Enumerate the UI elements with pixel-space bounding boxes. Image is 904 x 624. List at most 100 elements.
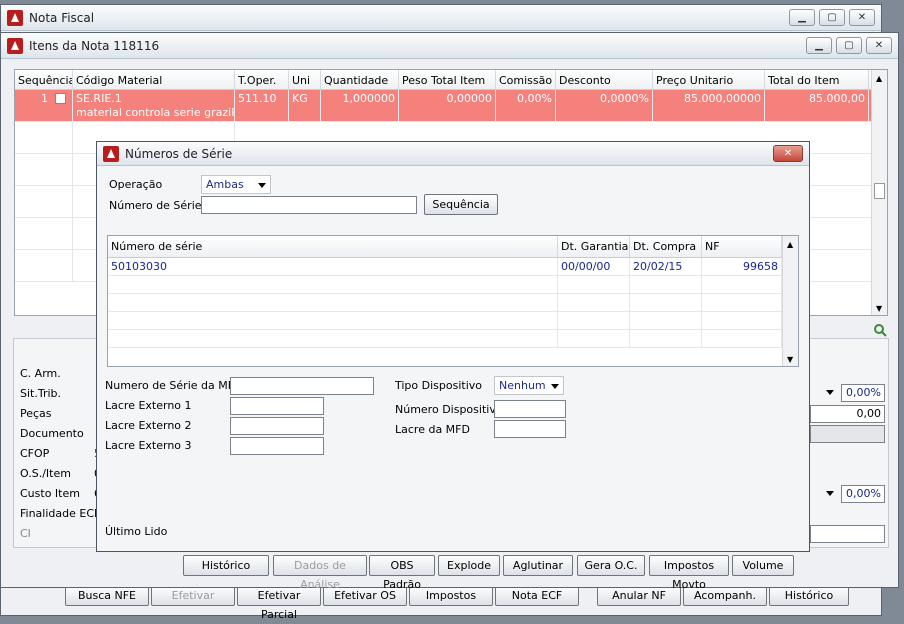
close-icon[interactable]: ✕	[866, 37, 892, 54]
numero-dispositivo-label: Número Dispositivo	[395, 403, 503, 416]
compra-value: 20/02/15	[630, 258, 702, 275]
ultimo-lido-label: Último Lido	[105, 525, 168, 538]
label-cfop: CFOP	[20, 447, 50, 460]
impostos-button[interactable]: Impostos	[409, 585, 493, 606]
items-window-title: Itens da Nota 118116	[29, 38, 160, 53]
maximize-icon[interactable]: ▢	[819, 9, 845, 26]
dialog-titlebar[interactable]: Números de Série ✕	[97, 142, 809, 166]
lacre-mfd-input[interactable]	[494, 420, 566, 438]
nf-value: 99658	[702, 258, 782, 275]
readonly-field	[810, 425, 885, 443]
impostos-movto-button[interactable]: Impostos Movto	[649, 555, 729, 591]
label-finalidade-ecf: Finalidade ECF	[20, 507, 101, 520]
checkbox[interactable]	[55, 93, 66, 104]
table-row	[108, 276, 798, 294]
tipo-dispositivo-select[interactable]: Nenhum	[494, 376, 564, 395]
dialog-title: Números de Série	[125, 146, 233, 161]
mfd-label: Numero de Série da MFD	[105, 379, 243, 392]
outer-window-title: Nota Fiscal	[29, 10, 95, 25]
operacao-select[interactable]: Ambas	[201, 175, 271, 194]
scroll-up-icon[interactable]: ▲	[876, 74, 882, 83]
col-sequencia[interactable]: Sequência	[15, 70, 73, 89]
label-documento: Documento	[20, 427, 84, 440]
nota-ecf-button[interactable]: Nota ECF	[495, 585, 579, 606]
app-icon	[7, 9, 23, 26]
col-quantidade[interactable]: Quantidade	[321, 70, 399, 89]
chevron-down-icon	[551, 384, 559, 389]
col-dt-garantia[interactable]: Dt. Garantia	[558, 236, 630, 257]
gera-oc-button[interactable]: Gera O.C.	[577, 555, 645, 576]
col-codigo[interactable]: Código Material	[73, 70, 235, 89]
obs-padrao-button[interactable]: OBS Padrão	[369, 555, 435, 591]
table-row	[108, 312, 798, 330]
col-numero-serie[interactable]: Número de série	[108, 236, 558, 257]
explode-button[interactable]: Explode	[438, 555, 500, 576]
items-scrollbar[interactable]: ▲ ▼	[871, 70, 887, 315]
minimize-icon[interactable]: ▁	[789, 9, 815, 26]
label-sit-trib: Sit.Trib.	[20, 387, 62, 400]
efetivar-button[interactable]: Efetivar	[151, 585, 235, 606]
busca-nfe-button[interactable]: Busca NFE	[65, 585, 149, 606]
items-grid-header: Sequência Código Material T.Oper. Uni Qu…	[15, 70, 887, 90]
table-row[interactable]: 50103030 00/00/00 20/02/15 99658	[108, 258, 798, 276]
zoom-icon[interactable]	[873, 323, 887, 337]
col-preco[interactable]: Preço Unitario	[653, 70, 765, 89]
table-row	[108, 294, 798, 312]
ci-field[interactable]	[810, 525, 885, 543]
row-desconto: 0,0000%	[556, 90, 653, 121]
historico-bottom-button[interactable]: Histórico	[769, 585, 849, 606]
chevron-down-icon[interactable]	[826, 491, 834, 496]
serial-value: 50103030	[108, 258, 558, 275]
row-seq: 1	[15, 90, 73, 121]
row-preco: 85.000,00000	[653, 90, 765, 121]
lacre3-input[interactable]	[230, 437, 324, 455]
col-nf[interactable]: NF	[702, 236, 782, 257]
row-toper: 511.10	[235, 90, 289, 121]
scroll-down-icon[interactable]: ▼	[787, 355, 793, 364]
numero-serie-input[interactable]	[201, 196, 417, 214]
serial-dialog: Números de Série ✕ Operação Ambas Número…	[96, 141, 810, 552]
anular-nf-button[interactable]: Anular NF	[597, 585, 681, 606]
table-row[interactable]: 1 SE.RIE.1 material controla serie grazi…	[15, 90, 887, 122]
row-peso: 0,00000	[399, 90, 496, 121]
maximize-icon[interactable]: ▢	[836, 37, 862, 54]
lacre2-input[interactable]	[230, 417, 324, 435]
col-peso[interactable]: Peso Total Item	[399, 70, 496, 89]
tipo-dispositivo-label: Tipo Dispositivo	[395, 379, 483, 392]
mfd-input[interactable]	[230, 377, 374, 395]
tipo-dispositivo-value: Nenhum	[499, 379, 546, 392]
row-uni: KG	[289, 90, 321, 121]
close-icon[interactable]: ✕	[773, 145, 803, 162]
chevron-down-icon[interactable]	[826, 390, 834, 395]
app-icon	[103, 145, 119, 162]
items-titlebar[interactable]: Itens da Nota 118116 ▁ ▢ ✕	[1, 33, 898, 59]
row-comissao: 0,00%	[496, 90, 556, 121]
col-total[interactable]: Total do Item	[765, 70, 869, 89]
col-toper[interactable]: T.Oper.	[235, 70, 289, 89]
col-comissao[interactable]: Comissão	[496, 70, 556, 89]
aglutinar-button[interactable]: Aglutinar	[503, 555, 573, 576]
minimize-icon[interactable]: ▁	[806, 37, 832, 54]
numero-dispositivo-input[interactable]	[494, 400, 566, 418]
operacao-label: Operação	[109, 178, 163, 191]
lacre1-input[interactable]	[230, 397, 324, 415]
volume-button[interactable]: Volume	[732, 555, 794, 576]
serial-grid: Número de série Dt. Garantia Dt. Compra …	[107, 235, 799, 367]
label-ci: CI	[20, 527, 31, 540]
pct-field-2[interactable]: 0,00%	[841, 485, 885, 503]
dados-analise-button[interactable]: Dados de Análise	[273, 555, 367, 591]
scroll-thumb[interactable]	[874, 183, 885, 199]
col-dt-compra[interactable]: Dt. Compra	[630, 236, 702, 257]
sequencia-button[interactable]: Sequência	[424, 194, 498, 215]
outer-titlebar[interactable]: Nota Fiscal ▁ ▢ ✕	[1, 5, 881, 31]
scroll-up-icon[interactable]: ▲	[787, 240, 793, 249]
scroll-down-icon[interactable]: ▼	[876, 304, 882, 313]
close-icon[interactable]: ✕	[849, 9, 875, 26]
pct-field-1[interactable]: 0,00%	[841, 384, 885, 402]
numero-serie-label: Número de Série	[109, 199, 202, 212]
serial-scrollbar[interactable]: ▲ ▼	[782, 236, 798, 366]
historico-button[interactable]: Histórico	[183, 555, 269, 576]
value-field-1[interactable]: 0,00	[810, 405, 885, 423]
col-uni[interactable]: Uni	[289, 70, 321, 89]
col-desconto[interactable]: Desconto	[556, 70, 653, 89]
